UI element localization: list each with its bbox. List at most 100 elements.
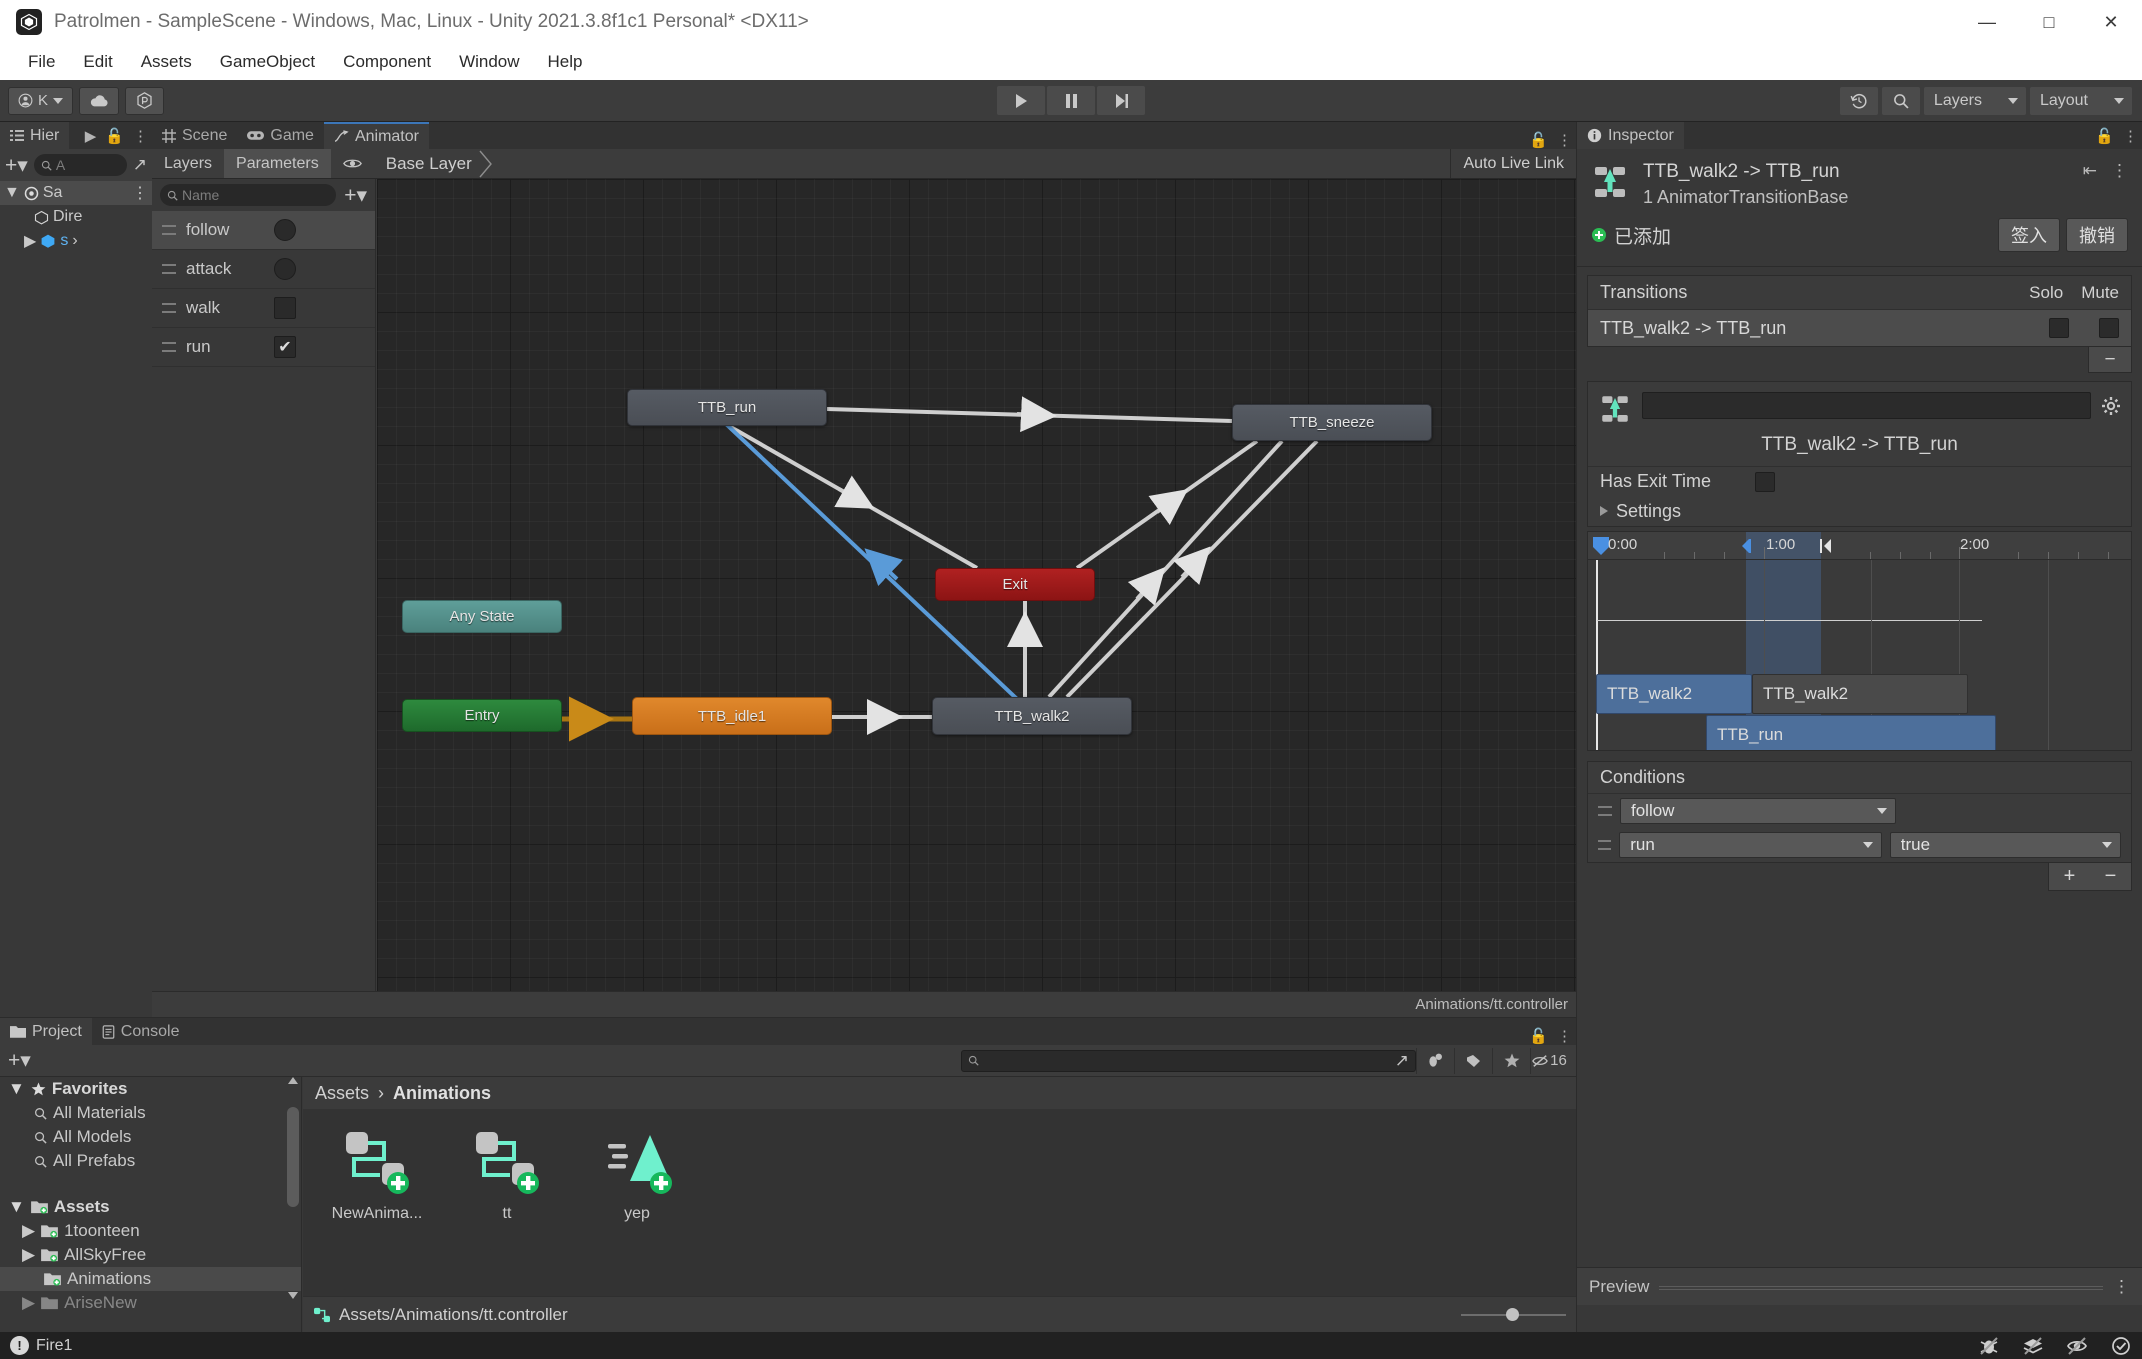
menu-component[interactable]: Component [329, 49, 445, 75]
project-tree-scrollbar[interactable] [287, 1077, 299, 1299]
parameter-trigger-toggle[interactable] [274, 258, 296, 280]
tree-item-favorites[interactable]: ▼ Favorites [0, 1077, 301, 1101]
drag-handle-icon[interactable] [162, 303, 176, 313]
panel-menu-icon[interactable]: ⋮ [2113, 1277, 2130, 1297]
panel-expand-icon[interactable]: ▶ [85, 127, 97, 145]
layers-dropdown[interactable]: Layers [1923, 86, 2026, 115]
chevron-down-icon[interactable]: ▼ [8, 1197, 25, 1217]
add-gameobject-button[interactable]: +▾ [5, 153, 28, 178]
base-layer-breadcrumb[interactable]: Base Layer [374, 149, 520, 178]
graph-node-ttb-sneeze[interactable]: TTB_sneeze [1232, 404, 1432, 441]
tab-console[interactable]: Console [91, 1018, 190, 1045]
filter-by-type-button[interactable] [1416, 1047, 1454, 1074]
play-button[interactable] [997, 86, 1045, 115]
pause-button[interactable] [1047, 86, 1095, 115]
search-expand-icon[interactable]: ↗ [1395, 1051, 1409, 1071]
create-asset-button[interactable]: +▾ [8, 1048, 31, 1073]
hierarchy-row-directional-light[interactable]: Dire [0, 205, 152, 229]
menu-gameobject[interactable]: GameObject [206, 49, 329, 75]
layers-off-icon[interactable] [2022, 1336, 2044, 1356]
parameter-visibility-toggle[interactable] [331, 149, 374, 178]
drag-handle-icon[interactable] [1598, 806, 1612, 816]
menu-edit[interactable]: Edit [69, 49, 126, 75]
asset-size-slider[interactable] [1461, 1308, 1566, 1321]
tab-animator[interactable]: Animator [323, 122, 429, 149]
parameter-bool-checkbox[interactable] [274, 297, 296, 319]
asset-item-tt[interactable]: tt [455, 1127, 559, 1278]
add-condition-button[interactable]: + [2064, 865, 2076, 888]
panel-menu-icon[interactable]: ⋮ [2111, 161, 2128, 181]
scroll-up-arrow-icon[interactable] [288, 1077, 298, 1084]
asset-item-yep[interactable]: yep [585, 1127, 689, 1278]
hierarchy-row-prefab[interactable]: ▶ s › [0, 229, 152, 253]
tree-item-all-materials[interactable]: All Materials [0, 1101, 301, 1125]
tree-item-all-prefabs[interactable]: All Prefabs [0, 1149, 301, 1173]
checkin-button[interactable]: 签入 [1998, 218, 2060, 252]
parameter-row-attack[interactable]: attack [152, 250, 375, 289]
account-button[interactable]: K [8, 86, 74, 115]
tab-scene[interactable]: Scene [152, 122, 238, 149]
status-bar[interactable]: ! Fire1 [0, 1332, 2142, 1359]
revert-button[interactable]: 撤销 [2066, 218, 2128, 252]
minimize-button[interactable]: — [1956, 0, 2018, 44]
add-parameter-button[interactable]: +▾ [344, 183, 367, 208]
mute-checkbox[interactable] [2099, 318, 2119, 338]
chevron-down-icon[interactable]: ▼ [4, 184, 20, 202]
animator-graph-canvas[interactable]: TTB_run TTB_sneeze Exit Any State Entry … [377, 179, 1576, 991]
graph-node-ttb-walk2[interactable]: TTB_walk2 [932, 697, 1132, 735]
drag-handle-icon[interactable] [1598, 840, 1612, 850]
tab-project[interactable]: Project [0, 1018, 92, 1045]
chevron-right-icon[interactable]: › [72, 232, 77, 250]
scroll-down-arrow-icon[interactable] [288, 1292, 298, 1299]
transition-list-row[interactable]: TTB_walk2 -> TTB_run [1588, 310, 2131, 346]
asset-item-newanimator[interactable]: NewAnima... [325, 1127, 429, 1278]
close-button[interactable]: ✕ [2080, 0, 2142, 44]
breadcrumb-animations[interactable]: Animations [393, 1083, 491, 1104]
lock-icon[interactable]: 🔓 [105, 127, 124, 145]
bug-off-icon[interactable] [1978, 1336, 2000, 1356]
layout-dropdown[interactable]: Layout [2029, 86, 2132, 115]
maximize-button[interactable]: □ [2018, 0, 2080, 44]
timeline-playhead[interactable] [1596, 560, 1598, 750]
drag-handle-icon[interactable] [162, 342, 176, 352]
solo-checkbox[interactable] [2049, 318, 2069, 338]
tree-item-animations[interactable]: Animations [0, 1267, 301, 1291]
breadcrumb-assets[interactable]: Assets [315, 1083, 369, 1104]
parameter-row-walk[interactable]: walk [152, 289, 375, 328]
transition-start-handle-icon[interactable] [1740, 538, 1756, 554]
drag-handle-icon[interactable] [162, 264, 176, 274]
tree-item-1toonteen[interactable]: ▶ 1toonteen [0, 1219, 301, 1243]
remove-condition-button[interactable]: − [2105, 865, 2117, 888]
transition-name-input[interactable] [1642, 392, 2091, 419]
graph-node-ttb-run[interactable]: TTB_run [627, 389, 827, 426]
slider-knob[interactable] [1506, 1308, 1519, 1321]
panel-menu-icon[interactable]: ⋮ [132, 183, 152, 203]
menu-assets[interactable]: Assets [127, 49, 206, 75]
asset-grid[interactable]: NewAnima... tt yep [303, 1109, 1576, 1296]
menu-window[interactable]: Window [445, 49, 533, 75]
has-exit-time-checkbox[interactable] [1755, 471, 1776, 492]
check-circle-icon[interactable] [2110, 1336, 2132, 1356]
graph-node-ttb-idle1[interactable]: TTB_idle1 [632, 697, 832, 735]
tree-item-assets[interactable]: ▼ Assets [0, 1195, 301, 1219]
drag-handle-icon[interactable] [162, 225, 176, 235]
hierarchy-external-icon[interactable]: ↗ [133, 155, 147, 175]
timeline-clip-walk2-a[interactable]: TTB_walk2 [1596, 674, 1752, 714]
unity-services-button[interactable] [125, 86, 165, 115]
panel-menu-icon[interactable]: ⋮ [1557, 131, 1572, 149]
auto-live-link-button[interactable]: Auto Live Link [1450, 149, 1576, 178]
chevron-right-icon[interactable]: ▶ [22, 1245, 35, 1265]
undo-history-button[interactable] [1839, 86, 1878, 115]
timeline-clip-run[interactable]: TTB_run [1706, 715, 1996, 750]
timeline-body[interactable]: TTB_walk2 TTB_walk2 TTB_run [1588, 560, 2131, 750]
parameter-search-input[interactable]: Name [160, 184, 337, 206]
tree-item-all-models[interactable]: All Models [0, 1125, 301, 1149]
search-button[interactable] [1881, 86, 1920, 115]
tree-item-arisenew[interactable]: ▶ AriseNew [0, 1291, 301, 1315]
hierarchy-search-input[interactable]: A [33, 154, 127, 176]
transition-timeline[interactable]: 0:00 1:00 2:00 TTB_walk2 TTB_walk2 TTB_r… [1587, 531, 2132, 751]
lock-icon[interactable]: 🔓 [2095, 127, 2114, 145]
panel-menu-icon[interactable]: ⋮ [133, 127, 148, 145]
transition-end-handle-icon[interactable] [1818, 538, 1834, 554]
tab-hierarchy[interactable]: Hier [0, 122, 70, 149]
